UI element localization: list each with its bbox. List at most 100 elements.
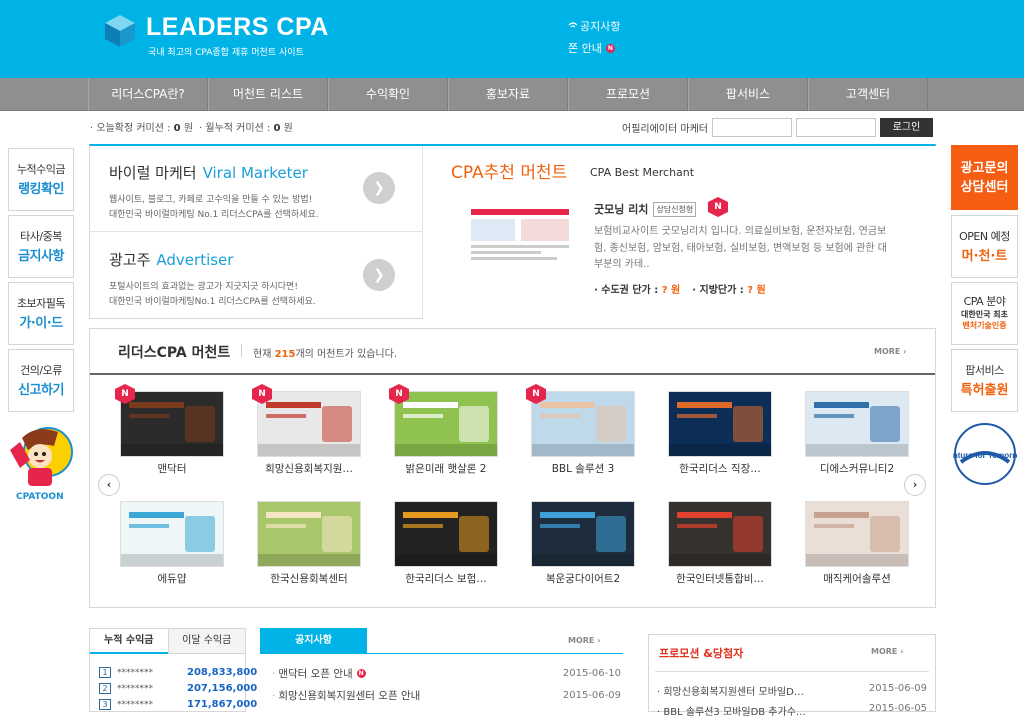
merchant-item[interactable]: N BBL 솔루션 3	[526, 384, 635, 489]
merchant-name[interactable]: 에듀얍	[112, 571, 232, 586]
cpatoon-mascot-icon[interactable]	[6, 420, 76, 502]
notice-board: 공지사항 MORE › · 맨닥터 오픈 안내 N 2015-06-10 · 희…	[260, 628, 623, 712]
merchant-item[interactable]: N 희망신용회복지원…	[252, 384, 361, 489]
merchant-more-link[interactable]: MORE ›	[874, 347, 906, 356]
promotion-row[interactable]: · BBL 솔루션3 모바일DB 추가수… 2015-06-05	[657, 703, 927, 718]
recommended-name[interactable]: 굿모닝 리치	[594, 201, 648, 217]
viral-arrow-icon[interactable]: ❯	[363, 172, 395, 204]
tab-monthly-revenue[interactable]: 이달 수익금	[167, 629, 245, 654]
advertiser-panel[interactable]: 광고주 Advertiser 포털사이트의 효과없는 광고가 지긋지긋 하시다면!…	[90, 233, 422, 319]
month-commission-unit: 원	[283, 123, 293, 134]
merchant-item[interactable]: 한국인터넷통합비…	[668, 501, 772, 599]
merchant-name[interactable]: 한국리더스 보험…	[386, 571, 506, 586]
merchant-name[interactable]: 희망신용회복지원…	[249, 461, 369, 476]
merchant-thumbnail[interactable]	[394, 501, 498, 567]
advertiser-desc-2: 대한민국 바이럴마케팅No.1 리더스CPA를 선택하세요.	[109, 297, 316, 307]
merchant-item[interactable]: N 밝은미래 햇살론 2	[389, 384, 498, 489]
merchant-item[interactable]: 한국리더스 보험…	[394, 501, 498, 599]
logo-text[interactable]: LEADERS CPA	[146, 13, 329, 42]
merchant-count-prefix: 현재	[253, 349, 272, 360]
merchant-item[interactable]: N 맨닥터	[115, 384, 224, 489]
right-menu-main-label: 머·천·트	[961, 249, 1008, 264]
left-menu-guide[interactable]: 초보자필독 가·이·드	[8, 282, 74, 345]
merchant-item[interactable]: 한국신용회복센터	[257, 501, 361, 599]
merchant-item[interactable]: 디에스커뮤니티2	[805, 391, 909, 489]
merchant-name[interactable]: 한국신용회복센터	[249, 571, 369, 586]
merchant-thumbnail[interactable]	[257, 391, 361, 457]
merchant-name[interactable]: 맨닥터	[112, 461, 232, 476]
right-menu-open-merchant[interactable]: OPEN 예정 머·천·트	[951, 215, 1018, 278]
left-menu-main-label: 신고하기	[18, 383, 64, 398]
merchant-thumbnail[interactable]	[394, 391, 498, 457]
promotion-more-link[interactable]: MORE ›	[871, 647, 903, 656]
nav-item-promotion[interactable]: 프로모션	[568, 78, 688, 111]
logo-tagline: 국내 최고의 CPA종합 제휴 머천트 사이트	[148, 48, 304, 58]
left-menu-prohibited[interactable]: 타사/중복 금지사항	[8, 215, 74, 278]
next-arrow-icon[interactable]: ›	[904, 474, 926, 496]
recommended-merchant-thumbnail[interactable]	[465, 203, 575, 273]
merchant-thumbnail[interactable]	[120, 391, 224, 457]
cpatoon-label[interactable]: CPATOON	[16, 492, 64, 502]
right-menu-main-label: 특허출원	[960, 383, 1009, 398]
notice-date: 2015-06-09	[562, 690, 621, 701]
viral-title-en: Viral Marketer	[202, 164, 308, 182]
right-menu-cpa-venture[interactable]: CPA 분야 대한민국 최초 벤처기술인증	[951, 282, 1018, 345]
merchant-thumbnail[interactable]	[120, 501, 224, 567]
notice-row[interactable]: · 맨닥터 오픈 안내 N 2015-06-10	[272, 666, 622, 681]
advertiser-arrow-icon[interactable]: ❯	[363, 259, 395, 291]
merchant-name[interactable]: BBL 솔루션 3	[523, 461, 643, 476]
left-menu-main-label: 가·이·드	[19, 316, 63, 331]
left-menu-report[interactable]: 건의/오류 신고하기	[8, 349, 74, 412]
merchant-item[interactable]: 한국리더스 직장…	[668, 391, 772, 489]
ad-consult-button[interactable]: 광고문의 상담센터	[951, 145, 1018, 210]
merchant-thumbnail[interactable]	[805, 501, 909, 567]
nav-item-customer-center[interactable]: 고객센터	[808, 78, 928, 111]
left-menu-ranking[interactable]: 누적수익금 랭킹확인	[8, 148, 74, 211]
merchant-thumbnail[interactable]	[257, 501, 361, 567]
notice-title[interactable]: 맨닥터 오픈 안내	[278, 666, 352, 681]
merchant-thumbnail[interactable]	[668, 391, 772, 457]
password-input[interactable]	[795, 118, 876, 137]
header-notice: 공지사항 쫀 안내 N	[568, 18, 620, 56]
merchant-name[interactable]: 한국리더스 직장…	[660, 461, 780, 476]
merchant-name[interactable]: 복운궁다이어트2	[523, 571, 643, 586]
advertiser-title-en: Advertiser	[156, 251, 234, 269]
divider	[241, 344, 242, 357]
nav-item-about[interactable]: 리더스CPA란?	[88, 78, 208, 111]
tab-notice[interactable]: 공지사항	[260, 628, 367, 654]
login-button[interactable]: 로그인	[879, 118, 933, 137]
viral-marketer-panel[interactable]: 바이럴 마케터 Viral Marketer 웹사이트, 블로그, 카페로 고수익…	[90, 146, 422, 232]
merchant-thumbnail[interactable]	[805, 391, 909, 457]
notice-more-link[interactable]: MORE ›	[568, 636, 600, 645]
merchant-name[interactable]: 디에스커뮤니티2	[797, 461, 917, 476]
merchant-name[interactable]: 매직케어솔루션	[797, 571, 917, 586]
commission-summary: · 오늘확정 커미션 : 0 원 · 월누적 커미션 : 0 원	[90, 119, 293, 134]
notice-headline[interactable]: 쫀 안내	[568, 40, 602, 56]
notice-label[interactable]: 공지사항	[580, 18, 620, 34]
promotion-row-title[interactable]: · 희망신용회복지원센터 모바일D…	[657, 687, 804, 698]
promotion-row[interactable]: · 희망신용회복지원센터 모바일D… 2015-06-09	[657, 683, 927, 698]
promo-section: 바이럴 마케터 Viral Marketer 웹사이트, 블로그, 카페로 고수익…	[89, 144, 936, 319]
merchant-item[interactable]: 복운궁다이어트2	[531, 501, 635, 599]
promotion-row-title[interactable]: · BBL 솔루션3 모바일DB 추가수…	[657, 707, 806, 718]
nav-item-revenue[interactable]: 수익확인	[328, 78, 448, 111]
tab-cumulative-revenue[interactable]: 누적 수익금	[90, 629, 168, 654]
merchant-name[interactable]: 밝은미래 햇살론 2	[386, 461, 506, 476]
nav-item-merchant-list[interactable]: 머천트 리스트	[208, 78, 328, 111]
merchant-name[interactable]: 한국인터넷통합비…	[660, 571, 780, 586]
venture-certification-icon[interactable]: Venture for Tomorrow	[953, 422, 1017, 486]
new-badge-icon: N	[356, 669, 366, 678]
logo-cube-icon[interactable]	[104, 14, 136, 48]
merchant-item[interactable]: 에듀얍	[120, 501, 224, 599]
merchant-thumbnail[interactable]	[668, 501, 772, 567]
prev-arrow-icon[interactable]: ‹	[98, 474, 120, 496]
merchant-thumbnail[interactable]	[531, 501, 635, 567]
merchant-item[interactable]: 매직케어솔루션	[805, 501, 909, 599]
merchant-thumbnail[interactable]	[531, 391, 635, 457]
nav-item-promo-material[interactable]: 홍보자료	[448, 78, 568, 111]
right-menu-pop-service[interactable]: 팝서비스 특허출원	[951, 349, 1018, 412]
id-input[interactable]	[711, 118, 792, 137]
nav-item-pop-service[interactable]: 팝서비스	[688, 78, 808, 111]
notice-title[interactable]: 희망신용회복지원센터 오픈 안내	[278, 688, 420, 703]
notice-row[interactable]: · 희망신용회복지원센터 오픈 안내 2015-06-09	[272, 688, 622, 703]
